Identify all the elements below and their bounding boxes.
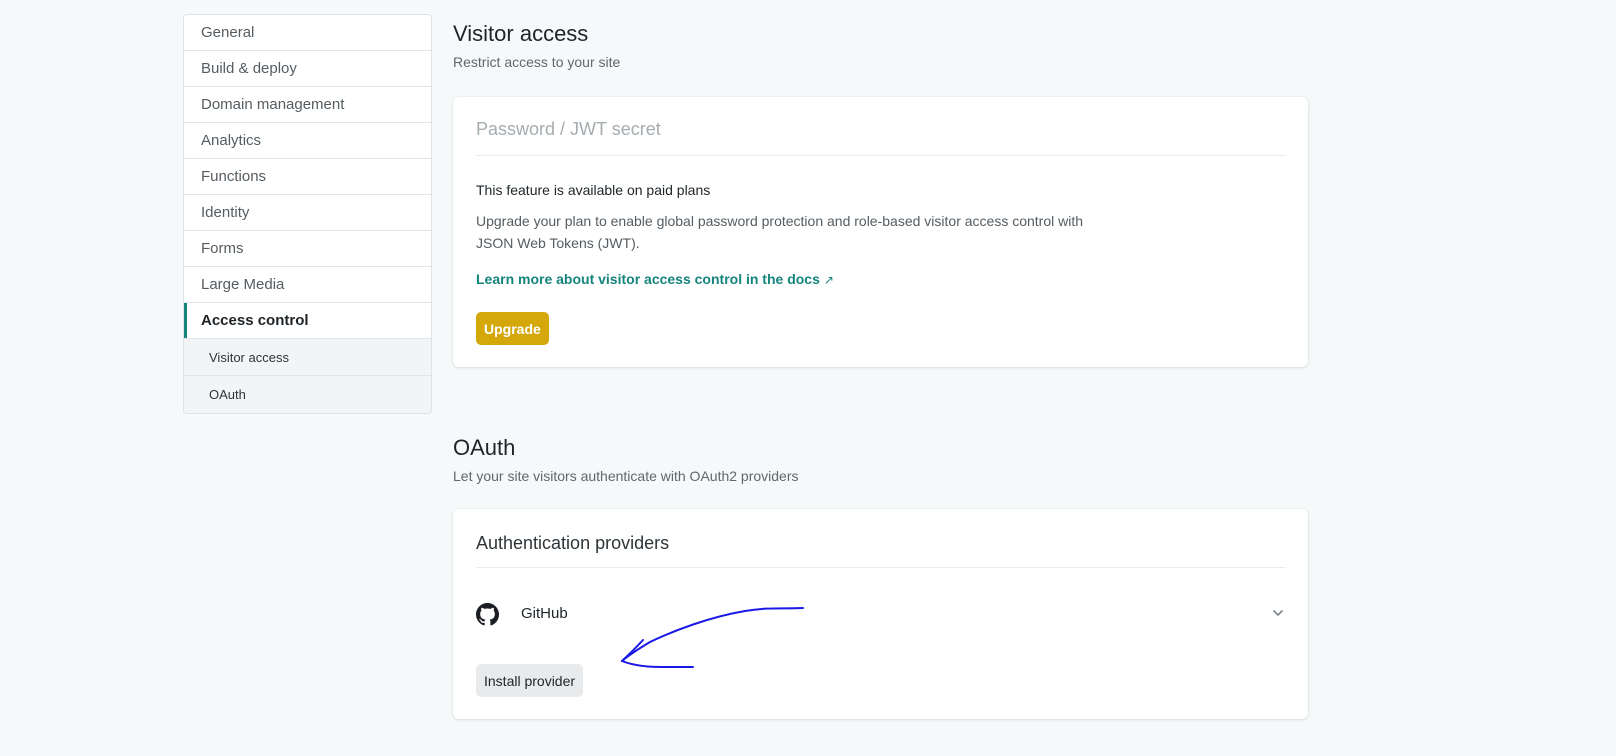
auth-providers-card: Authentication providers GitHub Install … <box>453 509 1308 719</box>
chevron-down-icon[interactable] <box>1271 606 1285 620</box>
settings-sidebar: General Build & deploy Domain management… <box>183 14 432 414</box>
sidebar-item-build-deploy[interactable]: Build & deploy <box>184 51 431 87</box>
auth-providers-header: Authentication providers <box>476 509 1285 568</box>
sidebar-subitem-oauth[interactable]: OAuth <box>184 376 431 413</box>
visitor-access-heading: Visitor access <box>453 21 589 46</box>
upgrade-button[interactable]: Upgrade <box>476 312 549 345</box>
sidebar-subitem-visitor-access[interactable]: Visitor access <box>184 339 431 376</box>
sidebar-item-identity[interactable]: Identity <box>184 195 431 231</box>
sidebar-item-functions[interactable]: Functions <box>184 159 431 195</box>
visitor-access-docs-link[interactable]: Learn more about visitor access control … <box>476 271 834 287</box>
sidebar-item-domain-management[interactable]: Domain management <box>184 87 431 123</box>
sidebar-item-analytics[interactable]: Analytics <box>184 123 431 159</box>
paid-plan-description: Upgrade your plan to enable global passw… <box>476 213 1084 251</box>
paid-plan-notice: This feature is available on paid plans <box>476 182 711 198</box>
sidebar-item-general[interactable]: General <box>184 15 431 51</box>
visitor-access-subtitle: Restrict access to your site <box>453 54 621 70</box>
visitor-access-card: Password / JWT secret This feature is av… <box>453 97 1308 367</box>
oauth-subtitle: Let your site visitors authenticate with… <box>453 468 799 484</box>
password-jwt-input[interactable]: Password / JWT secret <box>476 119 661 140</box>
install-provider-button[interactable]: Install provider <box>476 664 584 697</box>
auth-providers-title: Authentication providers <box>476 533 670 553</box>
provider-row-github[interactable]: GitHub <box>476 597 1285 631</box>
sidebar-item-access-control[interactable]: Access control <box>184 303 431 339</box>
password-field-row: Password / JWT secret <box>476 97 1285 156</box>
provider-name: GitHub <box>521 605 568 622</box>
sidebar-item-forms[interactable]: Forms <box>184 231 431 267</box>
sidebar-item-large-media[interactable]: Large Media <box>184 267 431 303</box>
external-link-icon: ↗ <box>823 273 834 287</box>
docs-link-label: Learn more about visitor access control … <box>476 271 820 287</box>
github-icon <box>476 603 499 626</box>
oauth-heading: OAuth <box>453 435 516 460</box>
